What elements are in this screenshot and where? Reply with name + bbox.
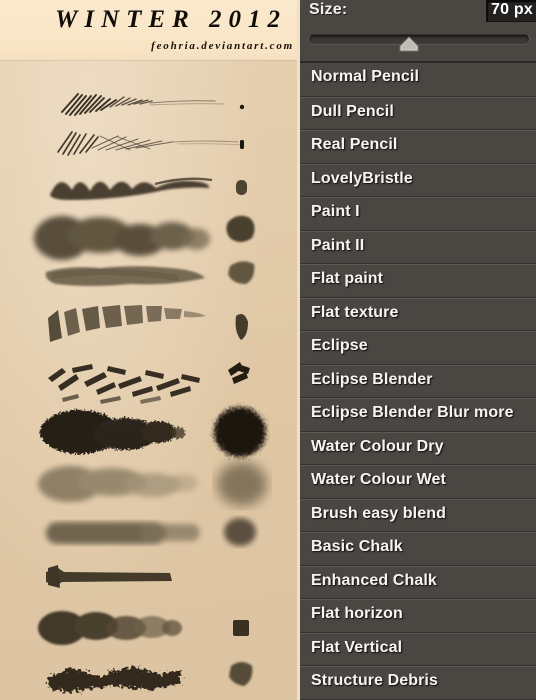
brush-list-item-label: Enhanced Chalk	[311, 571, 437, 589]
brush-list-item[interactable]: Water Colour Wet	[300, 465, 536, 499]
brush-list-item-label: Brush easy blend	[311, 504, 446, 522]
brush-list-item-label: Water Colour Wet	[311, 471, 446, 488]
brush-list-item-label: Real Pencil	[311, 136, 398, 153]
size-slider-handle[interactable]	[398, 36, 420, 53]
size-value-text: 70 px	[491, 1, 533, 18]
brush-list-item-label: Flat horizon	[311, 605, 403, 622]
brush-list-item-label: Eclipse Blender	[311, 370, 433, 388]
brush-list-item[interactable]: Flat paint	[300, 264, 536, 298]
watermark-subtitle: feohria.deviantart.com	[151, 40, 294, 52]
brush-list-item-label: Flat texture	[311, 303, 399, 321]
brush-list-item[interactable]: Flat texture	[300, 297, 536, 331]
brush-list-item[interactable]: Eclipse	[300, 331, 536, 365]
brush-list-item-label: Eclipse Blender Blur more	[311, 404, 514, 421]
brush-list-item[interactable]: Water Colour Dry	[300, 431, 536, 465]
brush-list-item-label: Normal Pencil	[311, 68, 420, 85]
size-control-row: Size: 70 px	[300, 0, 536, 26]
brush-list-item-label: Water Colour Dry	[311, 437, 444, 455]
brush-list-item[interactable]: Real Pencil	[300, 130, 536, 164]
brush-tool-panel: Size: 70 px Normal Pencil Dull Pencil Real…	[297, 0, 536, 700]
brush-list-item[interactable]: Eclipse Blender	[300, 364, 536, 398]
watermark-title: WINTER 2012	[55, 6, 287, 33]
brush-list-item-label: Flat Vertical	[311, 638, 403, 656]
brush-list-item[interactable]: Normal Pencil	[300, 63, 536, 97]
brush-list-item[interactable]: Basic Chalk	[300, 532, 536, 566]
size-value-input[interactable]: 70 px	[486, 0, 536, 22]
brush-list-item-label: Dull Pencil	[311, 102, 394, 120]
brush-list-item-label: Paint I	[311, 203, 360, 220]
watermark-band: WINTER 2012 feohria.deviantart.com	[0, 0, 297, 60]
single-dab-column	[214, 104, 267, 686]
brush-list-item[interactable]: LovelyBristle	[300, 163, 536, 197]
brush-list-item-label: Basic Chalk	[311, 538, 403, 555]
brush-list-item[interactable]: Flat horizon	[300, 599, 536, 633]
brush-list-item[interactable]: Paint II	[300, 230, 536, 264]
brush-list-item[interactable]: Structure Debris	[300, 666, 536, 700]
brush-list-item-label: Structure Debris	[311, 672, 438, 689]
brush-list-item[interactable]: Enhanced Chalk	[300, 565, 536, 599]
brush-list-item[interactable]: Brush easy blend	[300, 498, 536, 532]
brush-list-item[interactable]: Eclipse Blender Blur more	[300, 398, 536, 432]
size-label: Size:	[309, 1, 348, 18]
brush-preset-list[interactable]: Normal Pencil Dull Pencil Real Pencil Lovel…	[300, 63, 536, 700]
brush-stroke-samples	[34, 93, 267, 692]
brush-preview-canvas[interactable]: WINTER 2012 feohria.deviantart.com	[0, 0, 297, 700]
size-slider-row[interactable]	[300, 26, 536, 59]
brush-list-item[interactable]: Paint I	[300, 197, 536, 231]
brush-list-item-label: LovelyBristle	[311, 169, 413, 187]
brush-list-item[interactable]: Flat Vertical	[300, 632, 536, 666]
brush-list-item-label: Flat paint	[311, 270, 384, 287]
brush-list-item-label: Eclipse	[311, 337, 368, 354]
brush-preset-window: WINTER 2012 feohria.deviantart.com Size:…	[0, 0, 536, 700]
brush-list-item-label: Paint II	[311, 236, 365, 254]
brush-list-item[interactable]: Dull Pencil	[300, 96, 536, 130]
